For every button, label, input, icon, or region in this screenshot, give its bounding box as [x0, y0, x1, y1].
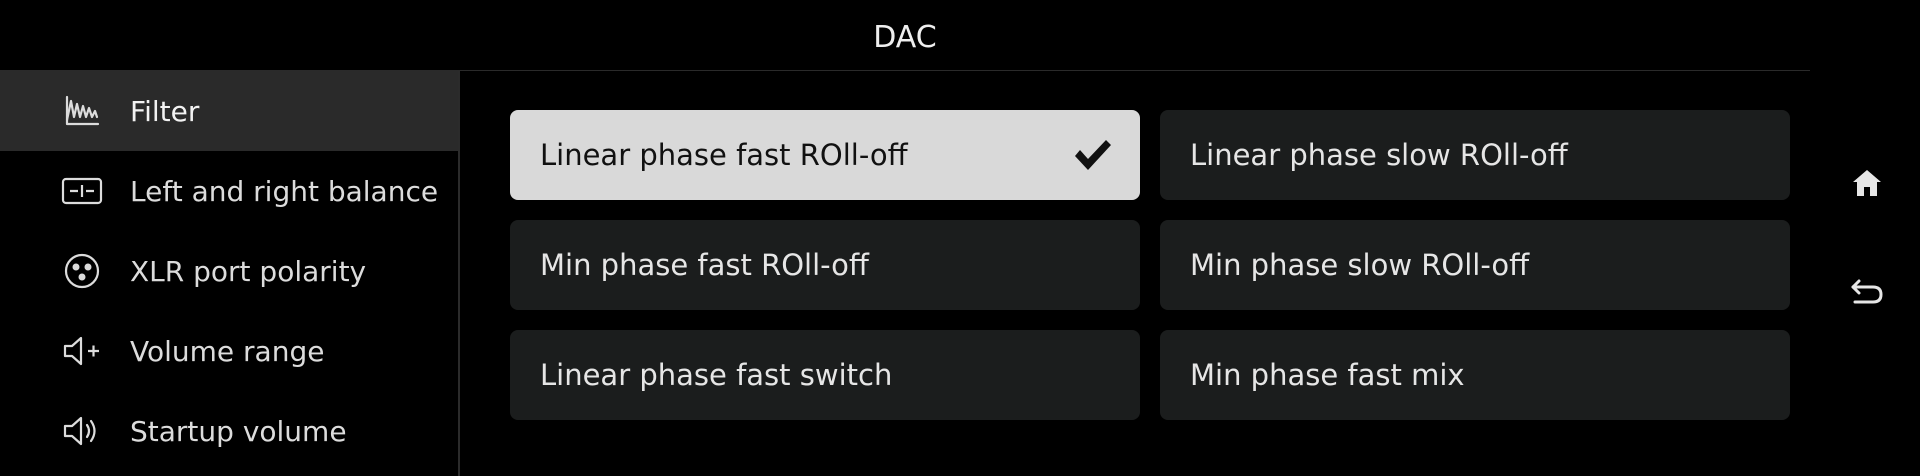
- filter-option-label: Min phase slow ROll-off: [1190, 248, 1530, 282]
- filter-option-label: Min phase fast ROll-off: [540, 248, 869, 282]
- filter-option-min-slow-rolloff[interactable]: Min phase slow ROll-off: [1160, 220, 1790, 310]
- filter-option-label: Linear phase slow ROll-off: [1190, 138, 1568, 172]
- filter-option-label: Linear phase fast ROll-off: [540, 138, 908, 172]
- back-button[interactable]: [1845, 273, 1889, 317]
- sidebar-item-label: Volume range: [130, 334, 325, 368]
- sidebar-item-balance[interactable]: Left and right balance: [0, 151, 458, 231]
- filter-option-min-fast-mix[interactable]: Min phase fast mix: [1160, 330, 1790, 420]
- home-button[interactable]: [1845, 163, 1889, 207]
- page-title: DAC: [873, 20, 937, 55]
- back-icon: [1849, 278, 1885, 312]
- sidebar-item-volume-range[interactable]: Volume range: [0, 311, 458, 391]
- speaker-icon: [60, 409, 104, 453]
- sidebar-item-label: XLR port polarity: [130, 254, 367, 288]
- filter-option-linear-slow-rolloff[interactable]: Linear phase slow ROll-off: [1160, 110, 1790, 200]
- right-nav: [1810, 0, 1920, 476]
- waveform-icon: [60, 89, 104, 133]
- sidebar: Filter Left and right balance XLR port p…: [0, 71, 460, 476]
- header-bar: DAC: [0, 0, 1810, 71]
- sidebar-item-label: Filter: [130, 94, 200, 128]
- filter-option-label: Linear phase fast switch: [540, 358, 893, 392]
- xlr-connector-icon: [60, 249, 104, 293]
- sidebar-item-label: Left and right balance: [130, 174, 439, 208]
- home-icon: [1851, 167, 1883, 203]
- sidebar-item-filter[interactable]: Filter: [0, 71, 458, 151]
- filter-option-min-fast-rolloff[interactable]: Min phase fast ROll-off: [510, 220, 1140, 310]
- filter-option-label: Min phase fast mix: [1190, 358, 1465, 392]
- filter-option-linear-fast-rolloff[interactable]: Linear phase fast ROll-off: [510, 110, 1140, 200]
- sidebar-item-label: Startup volume: [130, 414, 347, 448]
- filter-option-linear-fast-switch[interactable]: Linear phase fast switch: [510, 330, 1140, 420]
- sidebar-item-startup-volume[interactable]: Startup volume: [0, 391, 458, 471]
- volume-plus-icon: [60, 329, 104, 373]
- balance-icon: [60, 169, 104, 213]
- checkmark-icon: [1072, 136, 1114, 174]
- sidebar-item-xlr-polarity[interactable]: XLR port polarity: [0, 231, 458, 311]
